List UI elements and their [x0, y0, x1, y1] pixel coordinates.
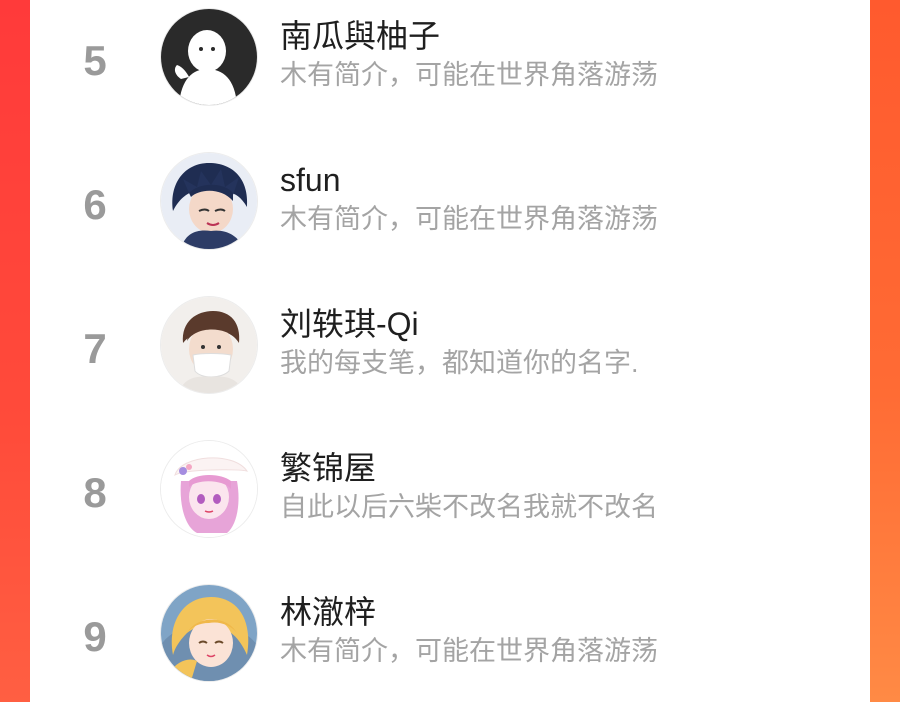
- rank-number: 5: [83, 37, 107, 84]
- leaderboard-row[interactable]: 5 南瓜與柚子 木有简介，可能在世界角落游荡: [30, 0, 870, 144]
- user-bio: 木有简介，可能在世界角落游荡: [280, 204, 658, 234]
- left-frame-border: [0, 0, 30, 702]
- user-bio: 木有简介，可能在世界角落游荡: [280, 60, 658, 90]
- rank-number: 9: [83, 613, 107, 660]
- leaderboard-row[interactable]: 6 sfun 木有简介，可能在世界角落游荡: [30, 144, 870, 288]
- right-frame-border: [870, 0, 900, 702]
- rank-number: 8: [83, 469, 107, 516]
- user-bio: 自此以后六柴不改名我就不改名: [280, 492, 658, 522]
- leaderboard-row[interactable]: 7 刘轶琪-Qi 我的每支笔，都知道你的名字.: [30, 288, 870, 432]
- user-name[interactable]: 繁锦屋: [280, 450, 376, 486]
- anime-girl-avatar-icon[interactable]: [161, 441, 257, 537]
- default-avatar-icon[interactable]: [161, 9, 257, 105]
- user-name[interactable]: 林澈梓: [280, 594, 376, 630]
- user-name[interactable]: 南瓜與柚子: [280, 18, 440, 54]
- leaderboard-card: 5 南瓜與柚子 木有简介，可能在世界角落游荡 6 sfun 木有简介，可能在世界…: [30, 0, 870, 702]
- anime-blonde-avatar-icon[interactable]: [161, 585, 257, 681]
- masked-boy-avatar-icon[interactable]: [161, 297, 257, 393]
- user-name[interactable]: 刘轶琪-Qi: [280, 306, 419, 342]
- user-name[interactable]: sfun: [280, 162, 340, 198]
- user-bio: 木有简介，可能在世界角落游荡: [280, 636, 658, 666]
- rank-number: 7: [83, 325, 107, 372]
- rank-number: 6: [83, 181, 107, 228]
- leaderboard-row[interactable]: 8 繁锦屋 自此以后六柴不改名我就不改名: [30, 432, 870, 576]
- leaderboard-row[interactable]: 9 林澈梓 木有简介，可能在世界角落游荡: [30, 576, 870, 702]
- user-bio: 我的每支笔，都知道你的名字.: [280, 348, 639, 378]
- anime-boy-avatar-icon[interactable]: [161, 153, 257, 249]
